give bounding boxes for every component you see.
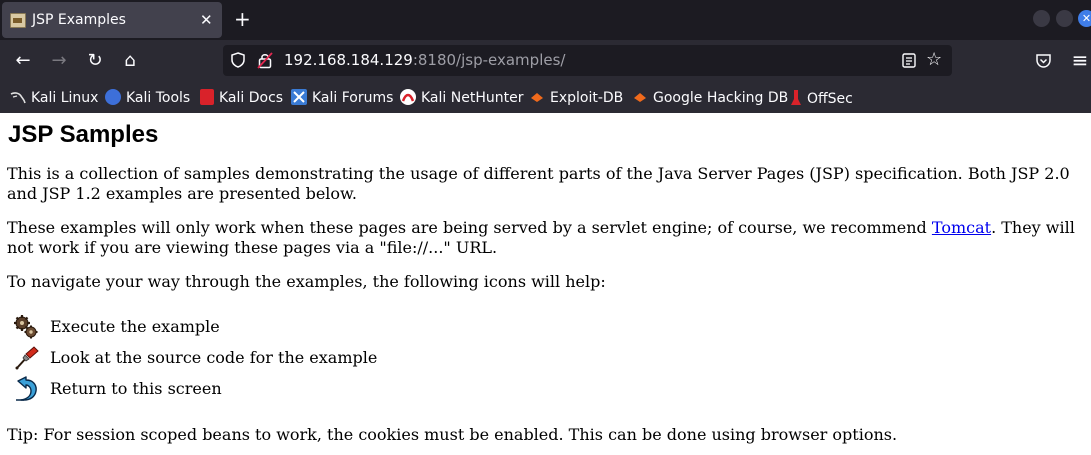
bookmark-label: Exploit-DB (550, 90, 624, 106)
execute-gears-icon[interactable] (12, 313, 40, 341)
url-host: 192.168.184.129 (284, 51, 413, 69)
back-button[interactable]: ← (10, 48, 36, 74)
navigate-paragraph: To navigate your way through the example… (7, 272, 606, 291)
bookmark-label: Kali Forums (312, 90, 394, 106)
legend-label-source: Look at the source code for the example (50, 348, 378, 367)
tip-paragraph: Tip: For session scoped beans to work, t… (7, 425, 898, 444)
navigation-toolbar: ← → ↻ ⌂ 192.168.184.129:8180/jsp-example… (0, 40, 1091, 82)
bookmark-exploit-db[interactable]: Exploit-DB (529, 89, 623, 107)
tab-jsp-examples[interactable]: JSP Examples ✕ (2, 2, 222, 38)
return-arrow-icon[interactable] (12, 375, 40, 403)
url-path: :8180/jsp-examples/ (412, 51, 566, 69)
forward-button[interactable]: → (46, 48, 72, 74)
maximize-button[interactable] (1056, 10, 1073, 27)
bookmark-label: Kali Tools (126, 90, 191, 106)
bookmark-offsec[interactable]: OffSec (790, 89, 853, 107)
bookmark-kali-linux[interactable]: Kali Linux (10, 89, 98, 107)
new-tab-button[interactable]: + (234, 7, 251, 31)
reload-button[interactable]: ↻ (82, 48, 108, 74)
bookmark-label: Kali Docs (219, 90, 284, 106)
minimize-button[interactable] (1033, 10, 1050, 27)
window-close-button[interactable]: ✕ (1078, 10, 1091, 27)
kali-docs-icon (200, 89, 214, 105)
legend-label-return: Return to this screen (50, 379, 222, 398)
app-menu-button[interactable]: ≡ (1067, 47, 1091, 73)
intro-paragraph: This is a collection of samples demonstr… (7, 164, 1070, 203)
bookmark-kali-tools[interactable]: Kali Tools (105, 89, 190, 107)
tomcat-link[interactable]: Tomcat (932, 218, 991, 237)
pocket-icon[interactable] (1035, 53, 1052, 69)
bookmark-label: Kali NetHunter (421, 90, 524, 106)
tab-close-button[interactable]: ✕ (200, 11, 213, 29)
bookmark-kali-forums[interactable]: Kali Forums (291, 89, 393, 107)
servlet-note-text: These examples will only work when these… (7, 218, 932, 237)
address-bar[interactable]: 192.168.184.129:8180/jsp-examples/ ☆ (223, 45, 952, 76)
url-text[interactable]: 192.168.184.129:8180/jsp-examples/ (284, 51, 565, 69)
home-button[interactable]: ⌂ (117, 48, 143, 74)
offsec-icon (790, 89, 802, 105)
bookmark-label: OffSec (807, 91, 853, 107)
tracking-protection-shield-icon[interactable] (230, 52, 246, 68)
kali-forums-icon (291, 89, 307, 105)
exploit-db-icon (529, 89, 545, 105)
tab-title: JSP Examples (32, 12, 126, 28)
tab-strip: JSP Examples ✕ + ✕ (0, 0, 1091, 40)
tomcat-favicon-icon (10, 13, 26, 28)
servlet-note-paragraph: These examples will only work when these… (7, 218, 1087, 258)
view-source-pen-icon[interactable] (12, 344, 40, 372)
page-title: JSP Samples (8, 121, 159, 148)
bookmark-star-icon[interactable]: ☆ (926, 50, 942, 70)
bookmark-google-hacking-db[interactable]: Google Hacking DB (632, 89, 788, 107)
insecure-lock-icon[interactable] (257, 52, 273, 69)
bookmark-kali-docs[interactable]: Kali Docs (200, 89, 283, 107)
ghdb-icon (632, 89, 648, 105)
reader-view-icon[interactable] (902, 53, 916, 68)
bookmark-label: Google Hacking DB (653, 90, 789, 106)
page-content: JSP Samples This is a collection of samp… (0, 113, 1091, 455)
bookmarks-toolbar: Kali Linux Kali Tools Kali Docs Kali For… (0, 82, 1091, 113)
bookmark-kali-nethunter[interactable]: Kali NetHunter (400, 89, 523, 107)
nethunter-icon (400, 89, 416, 105)
kali-tools-icon (105, 89, 121, 105)
legend-label-execute: Execute the example (50, 317, 220, 336)
bookmark-label: Kali Linux (31, 90, 99, 106)
kali-dragon-icon (10, 89, 26, 105)
